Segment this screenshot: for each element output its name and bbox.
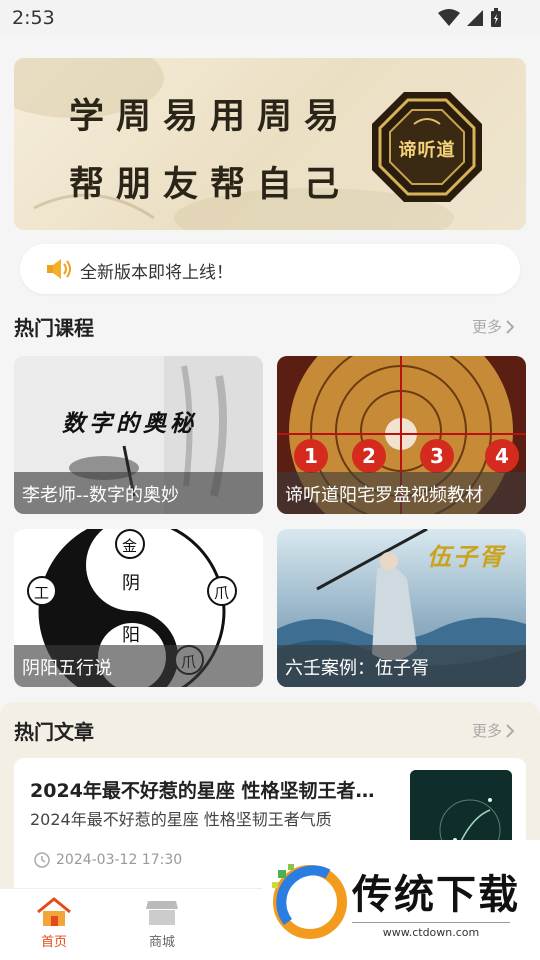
home-content[interactable]: 学周易用周易 帮朋友帮自己 谛听道 全新版本即将上线！ 热门课程 更多 数字的奥… — [0, 36, 540, 888]
chevron-right-icon — [506, 319, 515, 334]
hot-articles-more-link[interactable]: 更多 — [472, 720, 515, 741]
tab-label: 首页 — [40, 935, 67, 950]
wifi-icon — [438, 9, 460, 26]
compass-number: 2 — [362, 444, 376, 468]
article-date-text: 2024-03-12 17:30 — [56, 852, 183, 868]
shop-icon — [146, 901, 178, 925]
more-label: 更多 — [472, 318, 503, 336]
element-char: 金 — [122, 537, 138, 555]
course-card[interactable]: 1 2 3 4 谛听道阳宅罗盘视频教材 — [277, 356, 526, 514]
element-char: 阳 — [122, 625, 140, 646]
course-title: 六壬案例：伍子胥 — [277, 645, 526, 687]
course-image-title: 伍子胥 — [427, 543, 505, 571]
status-time: 2:53 — [12, 7, 55, 29]
course-title: 李老师--数字的奥妙 — [14, 472, 263, 514]
promo-banner[interactable]: 学周易用周易 帮朋友帮自己 谛听道 — [14, 58, 526, 230]
tab-home[interactable]: 首页 — [14, 897, 94, 950]
article-date: 2024-03-12 17:30 — [34, 852, 182, 868]
speaker-icon — [47, 259, 71, 279]
compass-number: 3 — [430, 444, 444, 468]
home-icon — [37, 897, 71, 926]
element-char: 阴 — [122, 573, 140, 594]
course-card[interactable]: 金 阴 阳 工 爪 爪 阴阳五行说 — [14, 529, 263, 687]
banner-logo-text: 谛听道 — [398, 140, 456, 161]
element-char: 工 — [34, 584, 50, 602]
course-image-title: 数字的奥秘 — [62, 411, 197, 437]
notice-text: 全新版本即将上线！ — [80, 263, 233, 283]
site-watermark: 传统下载 www.ctdown.com — [262, 840, 540, 960]
hot-articles-title: 热门文章 — [14, 720, 94, 744]
compass-number: 4 — [495, 444, 509, 468]
element-char: 爪 — [214, 584, 230, 602]
status-icons — [438, 8, 502, 28]
tab-label: 商城 — [148, 935, 175, 950]
course-title: 阴阳五行说 — [14, 645, 263, 687]
hot-courses-more-link[interactable]: 更多 — [472, 316, 515, 337]
course-card[interactable]: 数字的奥秘 李老师--数字的奥妙 — [14, 356, 263, 514]
tab-shop[interactable]: 商城 — [122, 897, 202, 950]
chevron-right-icon — [506, 723, 515, 738]
watermark-url: www.ctdown.com — [352, 922, 510, 939]
article-summary: 2024年最不好惹的星座 性格坚韧王者气质 — [30, 810, 332, 829]
battery-icon — [491, 8, 501, 27]
watermark-title: 传统下载 — [352, 872, 520, 918]
course-title: 谛听道阳宅罗盘视频教材 — [277, 472, 526, 514]
hot-courses-title: 热门课程 — [14, 316, 94, 340]
clock-icon — [34, 852, 50, 868]
status-bar: 2:53 — [0, 0, 540, 36]
signal-icon — [467, 10, 483, 26]
article-title: 2024年最不好惹的星座 性格坚韧王者气质 — [30, 780, 390, 802]
banner-slogan-line1: 学周易用周易 — [69, 96, 352, 137]
more-label: 更多 — [472, 722, 503, 740]
compass-number: 1 — [304, 444, 318, 468]
course-card[interactable]: 伍子胥 六壬案例：伍子胥 — [277, 529, 526, 687]
notice-bar[interactable]: 全新版本即将上线！ — [20, 244, 520, 294]
watermark-logo-icon — [272, 864, 347, 939]
banner-slogan-line2: 帮朋友帮自己 — [69, 164, 352, 205]
